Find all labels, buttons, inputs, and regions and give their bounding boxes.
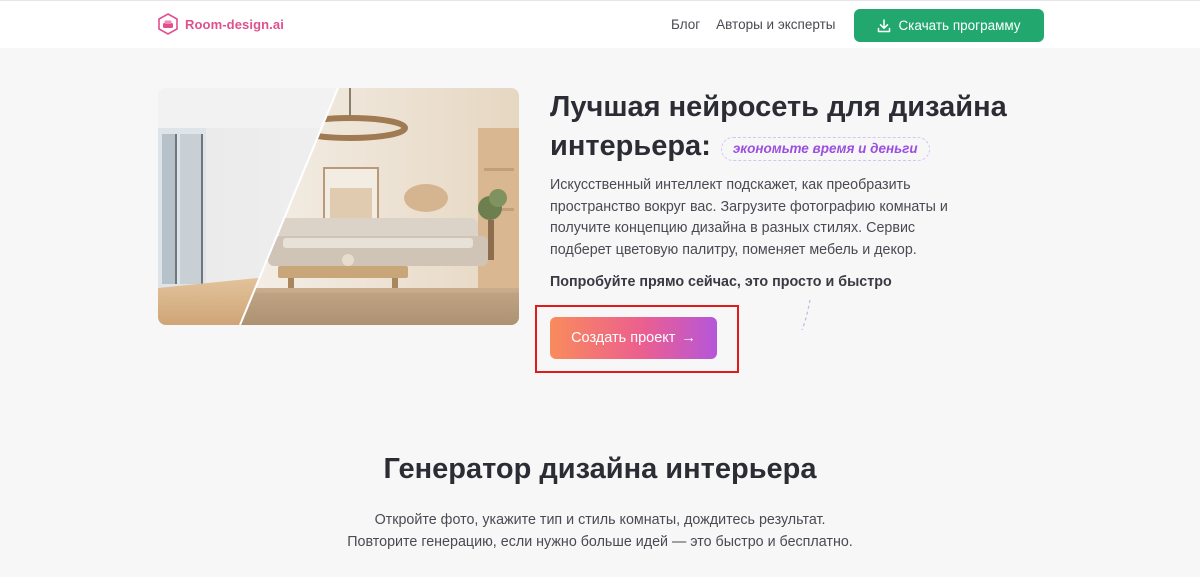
download-button-label: Скачать программу [898, 18, 1021, 33]
site-header: Room-design.ai Блог Авторы и эксперты Ск… [0, 0, 1200, 48]
create-project-label: Создать проект [571, 330, 676, 346]
generator-description: Откройте фото, укажите тип и стиль комна… [0, 510, 1200, 553]
create-project-button[interactable]: Создать проект → [550, 317, 717, 359]
hero-title: Лучшая нейросеть для дизайна интерьера: … [550, 88, 1050, 166]
generator-desc-line2: Повторите генерацию, если нужно больше и… [347, 533, 853, 550]
dashed-curve-decoration [801, 299, 811, 331]
nav-link-blog[interactable]: Блог [671, 17, 700, 32]
generator-title: Генератор дизайна интерьера [383, 453, 817, 485]
download-icon [878, 18, 891, 32]
logo-text: Room-design.ai [185, 16, 284, 32]
hero-cta-text: Попробуйте прямо сейчас, это просто и бы… [550, 274, 892, 290]
hero-description: Искусственный интеллект подскажет, как п… [550, 177, 948, 258]
hero-title-line2-row: интерьера: экономьте время и деньги [550, 127, 1050, 166]
nav-link-authors[interactable]: Авторы и эксперты [716, 17, 835, 32]
hero-title-line1: Лучшая нейросеть для дизайна [550, 91, 1007, 123]
arrow-right-icon: → [681, 330, 696, 346]
hero-title-line2: интерьера: [550, 130, 711, 162]
hero-tag-pill: экономьте время и деньги [720, 136, 930, 161]
hero-room-image [158, 88, 519, 325]
main-nav: Блог Авторы и эксперты [671, 17, 835, 32]
download-program-button[interactable]: Скачать программу [854, 9, 1044, 42]
logo-link[interactable]: Room-design.ai [157, 13, 284, 35]
generator-desc-line1: Откройте фото, укажите тип и стиль комна… [374, 512, 826, 528]
logo-icon [158, 13, 178, 35]
